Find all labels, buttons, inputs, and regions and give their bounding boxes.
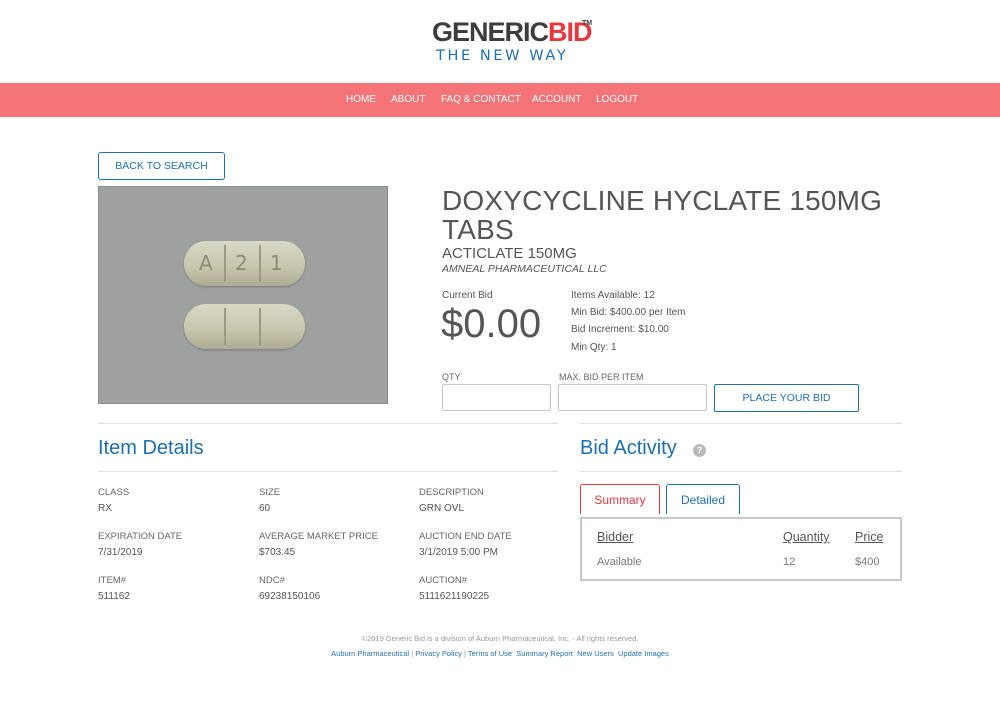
qty-input[interactable] — [442, 384, 551, 411]
bid-increment: Bid Increment: $10.00 — [571, 324, 669, 335]
column-header-quantity[interactable]: Quantity — [783, 530, 830, 544]
detail-value: $703.45 — [259, 547, 296, 558]
table-cell: 12 — [783, 556, 796, 568]
pill-score-line — [224, 308, 226, 345]
divider — [98, 423, 558, 424]
footer-copyright: ©2019 Generic Bid is a division of Aubur… — [361, 634, 639, 643]
product-brand: ACTICLATE 150MG — [442, 245, 577, 262]
current-bid-value: $0.00 — [441, 302, 542, 346]
detail-value: 7/31/2019 — [98, 547, 143, 558]
bid-activity-heading: Bid Activity — [580, 437, 677, 459]
bid-summary-table: Bidder Quantity Price Available 12 $400 — [580, 517, 902, 581]
place-bid-button[interactable]: PLACE YOUR BID — [714, 384, 859, 412]
detail-label: AVERAGE MARKET PRICE — [259, 531, 378, 542]
pill-imprint-char: 2 — [235, 251, 248, 275]
footer-link-update-images[interactable]: Update Images — [618, 649, 669, 658]
nav-logout[interactable]: LOGOUT — [596, 94, 638, 105]
tab-detailed[interactable]: Detailed — [666, 484, 740, 514]
main-nav: HOME ABOUT FAQ & CONTACT ACCOUNT LOGOUT — [0, 83, 1000, 117]
detail-value: RX — [98, 503, 112, 514]
footer-link-terms[interactable]: Terms of Use — [468, 649, 512, 658]
max-bid-label: MAX. BID PER ITEM — [559, 372, 644, 382]
divider — [98, 471, 558, 472]
divider — [580, 423, 902, 424]
current-bid-label: Current Bid — [442, 290, 493, 301]
detail-label: CLASS — [98, 487, 130, 498]
min-qty: Min Qty: 1 — [571, 342, 617, 353]
detail-value: 511162 — [98, 591, 130, 602]
detail-value: GRN OVL — [419, 503, 465, 514]
detail-label: AUCTION# — [419, 575, 468, 586]
logo[interactable]: GENERICBID TM THE NEW WAY — [432, 17, 593, 68]
logo-wordmark: GENERICBID — [432, 17, 593, 47]
table-cell: Available — [597, 556, 642, 568]
pill-back — [184, 304, 305, 349]
item-details-heading: Item Details — [98, 437, 204, 459]
help-icon[interactable]: ? — [693, 444, 706, 457]
logo-tagline: THE NEW WAY — [436, 48, 569, 64]
table-cell: $400 — [855, 556, 880, 568]
detail-value: 5111621190225 — [419, 591, 490, 602]
column-header-bidder[interactable]: Bidder — [597, 530, 633, 544]
product-manufacturer: AMNEAL PHARMACEUTICAL LLC — [442, 263, 607, 275]
divider — [580, 471, 902, 472]
footer-link-privacy[interactable]: Privacy Policy — [415, 649, 462, 658]
qty-label: QTY — [442, 372, 461, 382]
detail-value: 3/1/2019 5:00 PM — [419, 547, 498, 558]
nav-home[interactable]: HOME — [346, 94, 376, 105]
footer-link-summary-report[interactable]: Summary Report — [516, 649, 573, 658]
items-available: Items Available: 12 — [571, 290, 655, 301]
detail-label: DESCRIPTION — [419, 487, 484, 498]
footer-link-new-users[interactable]: New Users — [577, 649, 614, 658]
back-to-search-button[interactable]: BACK TO SEARCH — [98, 152, 225, 180]
detail-value: 69238150106 — [259, 591, 321, 602]
nav-account[interactable]: ACCOUNT — [532, 94, 581, 105]
detail-label: ITEM# — [98, 575, 126, 586]
footer-links: Auburn Pharmaceutical | Privacy Policy |… — [0, 649, 1000, 658]
product-image: A 2 1 — [98, 186, 388, 404]
product-title: DOXYCYCLINE HYCLATE 150MG TABS — [442, 185, 883, 245]
detail-label: AUCTION END DATE — [419, 531, 512, 542]
nav-about[interactable]: ABOUT — [391, 94, 425, 105]
detail-value: 60 — [259, 503, 271, 514]
pill-score-line — [259, 308, 261, 345]
pill-imprint-char: A — [199, 251, 213, 275]
pill-score-line — [224, 245, 226, 282]
pill-imprint-char: 1 — [270, 251, 283, 275]
tab-summary[interactable]: Summary — [580, 484, 660, 514]
pill-score-line — [259, 245, 261, 282]
pill-front: A 2 1 — [184, 241, 305, 286]
footer-link-auburn[interactable]: Auburn Pharmaceutical — [331, 649, 409, 658]
column-header-price[interactable]: Price — [855, 530, 883, 544]
max-bid-input[interactable] — [558, 384, 707, 411]
detail-label: SIZE — [259, 487, 281, 498]
min-bid: Min Bid: $400.00 per Item — [571, 307, 686, 318]
trademark-mark: TM — [582, 20, 593, 27]
nav-faq-contact[interactable]: FAQ & CONTACT — [441, 94, 521, 105]
detail-label: NDC# — [259, 575, 285, 586]
detail-label: EXPIRATION DATE — [98, 531, 183, 542]
